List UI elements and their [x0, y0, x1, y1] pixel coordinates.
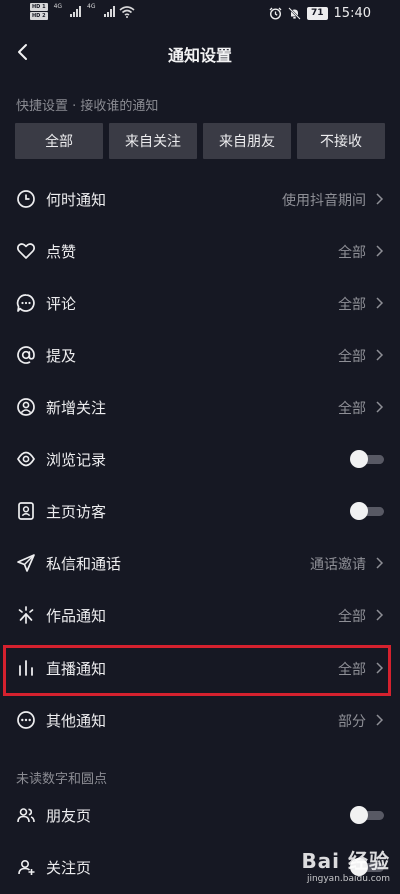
watermark-url: jingyan.baidu.com — [306, 874, 390, 884]
row-messages-calls[interactable]: 私信和通话 通话邀请 — [0, 538, 400, 590]
row-value: 全部 — [338, 245, 366, 261]
profile-card-icon — [18, 502, 34, 520]
friends-page-toggle[interactable] — [350, 806, 384, 824]
row-label: 浏览记录 — [46, 451, 107, 469]
status-bar: HD 1 HD 2 4G 4G 71 15:40 — [0, 0, 400, 28]
network-type-2: 4G — [87, 3, 96, 10]
status-left: HD 1 HD 2 4G 4G — [30, 3, 135, 20]
hd-indicators: HD 1 HD 2 — [30, 3, 48, 20]
row-mentions[interactable]: 提及 全部 — [0, 330, 400, 382]
more-icon — [17, 711, 35, 729]
quick-settings-label: 快捷设置 · 接收谁的通知 — [16, 99, 159, 114]
row-comments[interactable]: 评论 全部 — [0, 278, 400, 330]
quick-option-none[interactable]: 不接收 — [297, 123, 385, 159]
chevron-right-icon — [376, 714, 384, 726]
quick-option-friends[interactable]: 来自朋友 — [203, 123, 291, 159]
row-label: 其他通知 — [46, 712, 107, 730]
row-value: 全部 — [338, 297, 366, 313]
row-other-notify[interactable]: 其他通知 部分 — [0, 695, 400, 747]
hd1-badge: HD 1 — [30, 3, 48, 11]
row-value: 通话邀请 — [310, 557, 366, 573]
row-label: 新增关注 — [46, 399, 107, 417]
network-type-1: 4G — [53, 3, 63, 10]
page-title: 通知设置 — [167, 46, 232, 65]
chevron-right-icon — [376, 245, 384, 257]
watermark-logo-text: Bai 经验 — [301, 849, 390, 873]
profile-visitors-toggle[interactable] — [350, 502, 384, 520]
row-browse-history: 浏览记录 — [0, 434, 400, 486]
row-label: 主页访客 — [46, 503, 107, 521]
mute-bell-icon — [288, 7, 301, 20]
chevron-right-icon — [376, 557, 384, 569]
eye-icon — [17, 451, 35, 467]
hd2-badge: HD 2 — [30, 12, 48, 20]
status-right: 71 15:40 — [269, 6, 371, 21]
row-label: 关注页 — [46, 859, 92, 877]
at-icon — [17, 346, 35, 364]
unread-section-label: 未读数字和圆点 — [16, 772, 108, 787]
row-label: 私信和通话 — [46, 555, 122, 573]
friends-icon — [17, 808, 35, 823]
row-value: 全部 — [338, 609, 366, 625]
quick-option-all[interactable]: 全部 — [15, 123, 103, 159]
row-value: 全部 — [338, 349, 366, 365]
clock-time: 15:40 — [333, 6, 371, 21]
row-when-notify[interactable]: 何时通知 使用抖音期间 — [0, 174, 400, 226]
heart-icon — [16, 243, 36, 259]
quick-option-following[interactable]: 来自关注 — [109, 123, 197, 159]
row-label: 作品通知 — [46, 607, 107, 625]
send-icon — [17, 554, 35, 572]
row-label: 评论 — [46, 295, 77, 313]
follow-icon — [18, 859, 35, 875]
baidu-jingyan-watermark: Bai 经验 jingyan.baidu.com — [301, 845, 390, 884]
row-value: 部分 — [338, 714, 366, 730]
chevron-right-icon — [376, 349, 384, 361]
row-label: 提及 — [46, 347, 77, 365]
nav-bar: 通知设置 — [0, 30, 400, 74]
highlight-frame — [3, 645, 391, 696]
wifi-icon — [118, 5, 135, 18]
browse-history-toggle[interactable] — [350, 450, 384, 468]
user-circle-icon — [17, 398, 35, 416]
sparkle-icon — [18, 606, 34, 624]
row-new-followers[interactable]: 新增关注 全部 — [0, 382, 400, 434]
chevron-right-icon — [376, 193, 384, 205]
chevron-right-icon — [376, 401, 384, 413]
chevron-right-icon — [376, 297, 384, 309]
row-value: 使用抖音期间 — [282, 193, 366, 209]
chevron-right-icon — [376, 609, 384, 621]
comment-icon — [16, 294, 35, 312]
row-profile-visitors: 主页访客 — [0, 486, 400, 538]
alarm-icon — [269, 7, 282, 20]
battery-icon: 71 — [307, 7, 328, 20]
row-label: 朋友页 — [46, 807, 92, 825]
signal-icon — [70, 6, 82, 17]
row-friends-page: 朋友页 — [0, 790, 400, 842]
row-label: 何时通知 — [46, 191, 107, 209]
clock-icon — [17, 190, 35, 208]
row-value: 全部 — [338, 401, 366, 417]
row-likes[interactable]: 点赞 全部 — [0, 226, 400, 278]
quick-settings-options: 全部 来自关注 来自朋友 不接收 — [15, 123, 385, 159]
row-label: 点赞 — [46, 243, 77, 261]
row-works-notify[interactable]: 作品通知 全部 — [0, 590, 400, 642]
signal-2-icon — [103, 6, 115, 17]
